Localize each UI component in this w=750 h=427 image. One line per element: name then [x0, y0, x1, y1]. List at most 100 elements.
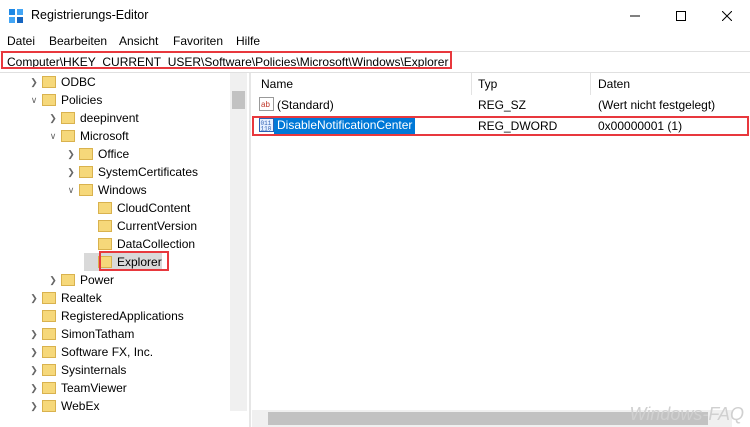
tree-label: Software FX, Inc.: [61, 345, 154, 359]
chevron-right-icon[interactable]: ❯: [28, 361, 40, 379]
chevron-right-icon[interactable]: ❯: [47, 109, 59, 127]
tree-item-realtek[interactable]: ❯ Realtek: [28, 289, 102, 307]
tree-label: Realtek: [61, 291, 102, 305]
chevron-right-icon[interactable]: ❯: [28, 73, 40, 91]
tree-label: Microsoft: [80, 129, 129, 143]
menu-bearbeiten[interactable]: Bearbeiten: [49, 34, 107, 48]
close-icon: [722, 10, 732, 21]
menu-hilfe[interactable]: Hilfe: [236, 34, 260, 48]
tree-item-sysinternals[interactable]: ❯ Sysinternals: [28, 361, 126, 379]
folder-icon: [98, 220, 112, 232]
key-tree: ❯ ODBC ∨ Policies ❯ deepinvent ∨ Microsoft ❯…: [0, 73, 247, 427]
value-name: (Standard): [277, 98, 334, 112]
tree-label: deepinvent: [80, 111, 139, 125]
watermark: Windows-FAQ: [629, 404, 744, 424]
string-value-icon: ab: [259, 97, 274, 111]
tree-label: Policies: [61, 93, 103, 107]
tree-item-systemcertificates[interactable]: ❯ SystemCertificates: [65, 163, 198, 181]
value-data: (Wert nicht festgelegt): [598, 98, 716, 112]
folder-icon: [61, 274, 75, 286]
folder-icon: [42, 364, 56, 376]
tree-label: TeamViewer: [61, 381, 127, 395]
title-bar: Registrierungs-Editor: [0, 0, 750, 31]
tree-label: Sysinternals: [61, 363, 127, 377]
tree-item-registeredapplications[interactable]: RegisteredApplications: [28, 307, 184, 325]
folder-icon: [42, 94, 56, 106]
folder-icon: [42, 292, 56, 304]
tree-item-odbc[interactable]: ❯ ODBC: [28, 73, 96, 91]
minimize-button[interactable]: [612, 0, 658, 31]
tree-label: DataCollection: [117, 237, 196, 251]
tree-scroll-thumb[interactable]: [232, 91, 245, 109]
folder-icon: [61, 112, 75, 124]
chevron-right-icon[interactable]: ❯: [65, 145, 77, 163]
folder-icon: [98, 238, 112, 250]
tree-label: SystemCertificates: [98, 165, 199, 179]
folder-icon: [42, 76, 56, 88]
close-button[interactable]: [704, 0, 750, 31]
tree-label: Power: [80, 273, 115, 287]
minimize-icon: [630, 15, 640, 16]
tree-label: ODBC: [61, 75, 96, 89]
value-highlight-box: [252, 116, 749, 136]
menu-datei[interactable]: Datei: [7, 34, 35, 48]
column-header-data[interactable]: Daten: [598, 77, 630, 91]
value-type: REG_SZ: [478, 98, 527, 112]
tree-item-currentversion[interactable]: CurrentVersion: [84, 217, 197, 235]
maximize-icon: [676, 10, 686, 21]
regedit-app-icon: [9, 9, 23, 23]
menu-ansicht[interactable]: Ansicht: [119, 34, 158, 48]
folder-icon: [79, 184, 93, 196]
maximize-button[interactable]: [658, 0, 704, 31]
chevron-down-icon[interactable]: ∨: [47, 127, 59, 145]
tree-vertical-scrollbar[interactable]: [230, 73, 247, 411]
folder-icon: [79, 148, 93, 160]
folder-icon: [42, 346, 56, 358]
tree-label: Office: [98, 147, 130, 161]
column-header-name[interactable]: Name: [261, 77, 293, 91]
chevron-right-icon[interactable]: ❯: [28, 325, 40, 343]
chevron-down-icon[interactable]: ∨: [28, 91, 40, 109]
tree-item-policies[interactable]: ∨ Policies: [28, 91, 103, 109]
folder-icon: [42, 328, 56, 340]
tree-item-deepinvent[interactable]: ❯ deepinvent: [47, 109, 139, 127]
column-header-type[interactable]: Typ: [478, 77, 497, 91]
tree-label: WebEx: [61, 399, 100, 413]
column-divider[interactable]: [590, 73, 591, 95]
tree-item-cloudcontent[interactable]: CloudContent: [84, 199, 190, 217]
tree-item-webex[interactable]: ❯ WebEx: [28, 397, 99, 415]
chevron-right-icon[interactable]: ❯: [65, 163, 77, 181]
tree-item-softwarefx[interactable]: ❯ Software FX, Inc.: [28, 343, 153, 361]
svg-text:ab: ab: [261, 100, 270, 109]
column-divider[interactable]: [471, 73, 472, 95]
folder-icon: [42, 400, 56, 412]
tree-item-power[interactable]: ❯ Power: [47, 271, 114, 289]
folder-icon: [61, 130, 75, 142]
folder-icon: [79, 166, 93, 178]
menu-favoriten[interactable]: Favoriten: [173, 34, 223, 48]
chevron-right-icon[interactable]: ❯: [28, 289, 40, 307]
value-row-standard[interactable]: ab (Standard) REG_SZ (Wert nicht festgel…: [252, 96, 750, 114]
chevron-down-icon[interactable]: ∨: [65, 181, 77, 199]
tree-label: RegisteredApplications: [61, 309, 184, 323]
chevron-right-icon[interactable]: ❯: [28, 397, 40, 415]
tree-label: Windows: [98, 183, 147, 197]
explorer-highlight-box: [99, 251, 169, 271]
chevron-right-icon[interactable]: ❯: [47, 271, 59, 289]
tree-label: CloudContent: [117, 201, 191, 215]
chevron-right-icon[interactable]: ❯: [28, 343, 40, 361]
tree-item-windows[interactable]: ∨ Windows: [65, 181, 147, 199]
chevron-right-icon[interactable]: ❯: [28, 379, 40, 397]
tree-item-simontatham[interactable]: ❯ SimonTatham: [28, 325, 134, 343]
tree-item-office[interactable]: ❯ Office: [65, 145, 129, 163]
pane-splitter[interactable]: [249, 73, 251, 427]
folder-icon: [42, 310, 56, 322]
tree-item-teamviewer[interactable]: ❯ TeamViewer: [28, 379, 127, 397]
tree-item-microsoft[interactable]: ∨ Microsoft: [47, 127, 129, 145]
window-title: Registrierungs-Editor: [31, 8, 149, 22]
menu-bar: Datei Bearbeiten Ansicht Favoriten Hilfe: [0, 31, 750, 50]
tree-label: SimonTatham: [61, 327, 135, 341]
